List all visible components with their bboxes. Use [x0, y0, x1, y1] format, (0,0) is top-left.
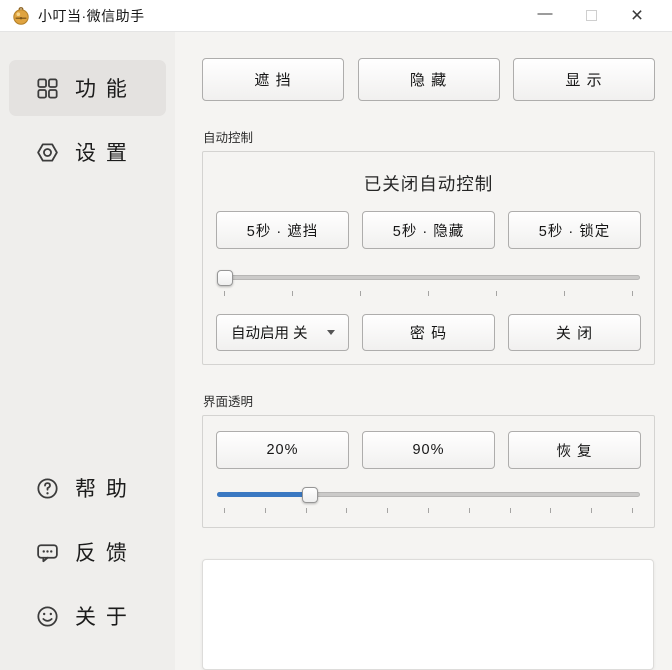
hide-5s-button[interactable]: 5秒 · 隐藏 [362, 211, 495, 249]
slider-tick [496, 291, 497, 296]
auto-enable-dropdown[interactable]: 自动启用 关 [216, 314, 349, 351]
bell-app-icon [12, 7, 30, 25]
slider-tick [469, 508, 470, 513]
slider-tick [550, 508, 551, 513]
slider-tick [591, 508, 592, 513]
sidebar-spacer [9, 188, 166, 458]
sidebar-item-label: 设 置 [75, 137, 129, 167]
slider-tick [632, 508, 633, 513]
slider-handle[interactable] [302, 487, 318, 503]
transparency-section-label: 界面透明 [203, 391, 655, 410]
log-textarea[interactable] [202, 559, 654, 670]
sidebar-item-label: 帮 助 [75, 473, 129, 503]
app-window: 小叮当·微信助手 — × 功 能 [0, 0, 672, 670]
auto-control-section-label: 自动控制 [203, 127, 655, 146]
sidebar-item-help[interactable]: 帮 助 [9, 458, 166, 518]
show-button[interactable]: 显 示 [513, 58, 655, 101]
question-circle-icon [35, 476, 60, 501]
slider-tick [265, 508, 266, 513]
window-controls: — × [522, 0, 660, 32]
auto-control-group: 已关闭自动控制 5秒 · 遮挡 5秒 · 隐藏 5秒 · 锁定 自动启用 关 [202, 151, 655, 365]
slider-fill [217, 492, 306, 497]
cover-5s-button[interactable]: 5秒 · 遮挡 [216, 211, 349, 249]
slider-handle[interactable] [217, 270, 233, 286]
slider-track[interactable] [217, 275, 640, 280]
auto-control-status: 已关闭自动控制 [216, 171, 641, 196]
hide-button[interactable]: 隐 藏 [358, 58, 500, 101]
transparency-buttons: 20% 90% 恢 复 [216, 431, 641, 469]
sidebar-item-features[interactable]: 功 能 [9, 60, 166, 116]
slider-tick [224, 508, 225, 513]
chat-bubble-icon [35, 540, 60, 565]
top-button-row: 遮 挡 隐 藏 显 示 [202, 58, 655, 101]
slider-ticks [224, 291, 633, 297]
transparency-group: 20% 90% 恢 复 [202, 415, 655, 528]
slider-tick [564, 291, 565, 296]
maximize-button[interactable] [568, 0, 614, 32]
slider-tick [346, 508, 347, 513]
sidebar-item-label: 关 于 [75, 601, 129, 631]
slider-ticks [224, 508, 633, 514]
slider-tick [292, 291, 293, 296]
lock-5s-button[interactable]: 5秒 · 锁定 [508, 211, 641, 249]
chevron-down-icon [327, 330, 335, 335]
slider-tick [428, 508, 429, 513]
main-content: 遮 挡 隐 藏 显 示 自动控制 已关闭自动控制 5秒 · 遮挡 5秒 · 隐藏… [175, 32, 672, 670]
auto-control-bottom-row: 自动启用 关 密 码 关 闭 [216, 314, 641, 351]
minimize-button[interactable]: — [522, 0, 568, 32]
smiley-icon [35, 604, 60, 629]
cover-button[interactable]: 遮 挡 [202, 58, 344, 101]
auto-control-slider[interactable] [217, 270, 640, 286]
close-icon: × [631, 5, 643, 26]
opacity-20-button[interactable]: 20% [216, 431, 349, 469]
close-auto-button[interactable]: 关 闭 [508, 314, 641, 351]
gear-icon [35, 140, 60, 165]
slider-tick [360, 291, 361, 296]
slider-tick [224, 291, 225, 296]
slider-tick [510, 508, 511, 513]
slider-tick [387, 508, 388, 513]
password-button[interactable]: 密 码 [362, 314, 495, 351]
auto-enable-dropdown-value: 自动启用 关 [231, 322, 327, 343]
maximize-icon [586, 10, 597, 21]
slider-tick [632, 291, 633, 296]
slider-tick [428, 291, 429, 296]
sidebar-item-label: 功 能 [75, 73, 129, 103]
title-bar: 小叮当·微信助手 — × [0, 0, 672, 32]
slider-tick [306, 508, 307, 513]
sidebar-item-label: 反 馈 [75, 537, 129, 567]
sidebar-item-about[interactable]: 关 于 [9, 586, 166, 646]
transparency-slider[interactable] [217, 487, 640, 503]
grid-icon [35, 76, 60, 101]
auto-control-buttons: 5秒 · 遮挡 5秒 · 隐藏 5秒 · 锁定 [216, 211, 641, 249]
sidebar-item-feedback[interactable]: 反 馈 [9, 522, 166, 582]
opacity-restore-button[interactable]: 恢 复 [508, 431, 641, 469]
sidebar: 功 能 设 置 帮 助 [0, 32, 175, 670]
sidebar-item-settings[interactable]: 设 置 [9, 124, 166, 180]
window-title: 小叮当·微信助手 [38, 6, 145, 26]
minimize-icon: — [538, 6, 553, 21]
close-button[interactable]: × [614, 0, 660, 32]
opacity-90-button[interactable]: 90% [362, 431, 495, 469]
